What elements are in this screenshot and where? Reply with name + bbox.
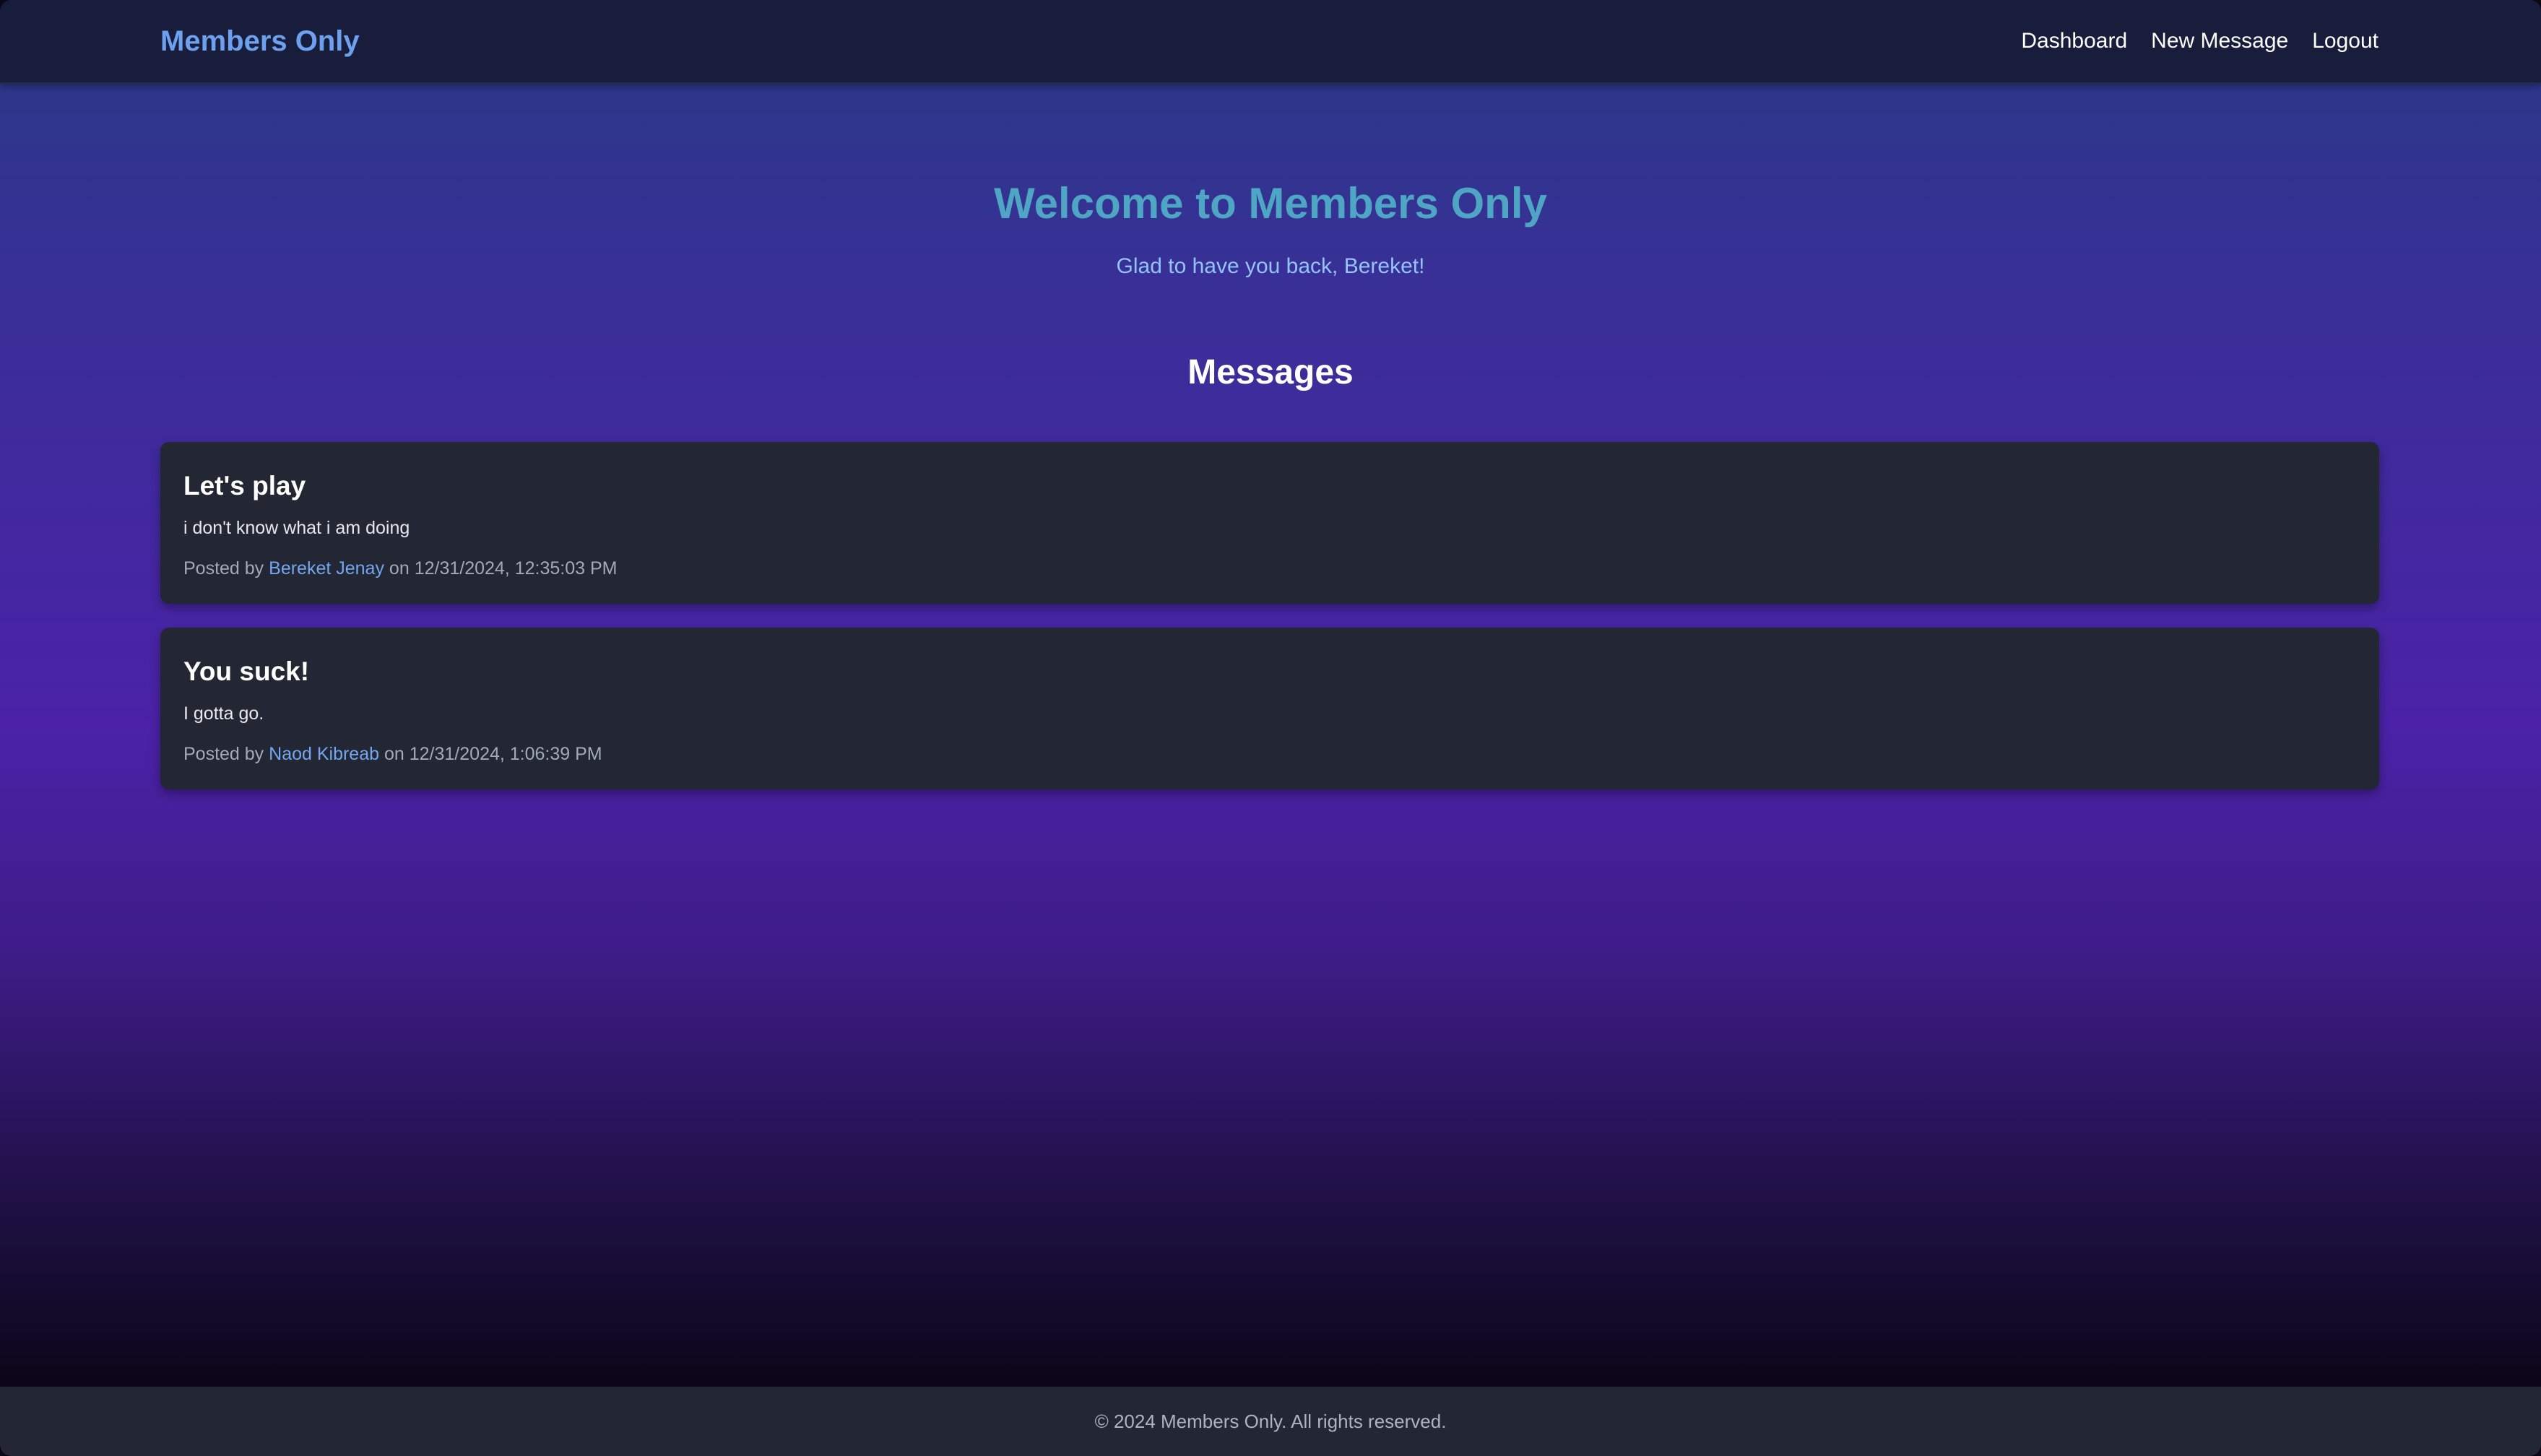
hero-subtitle: Glad to have you back, Bereket! [1116,254,1425,278]
nav-dashboard-link[interactable]: Dashboard [2021,23,2127,59]
message-author-link[interactable]: Naod Kibreab [269,744,379,764]
hero: Welcome to Members Only Glad to have you… [0,172,2541,282]
brand-logo-link[interactable]: Members Only [160,22,360,61]
message-meta: Posted by Naod Kibreab on 12/31/2024, 1:… [183,742,2356,766]
message-timestamp: 12/31/2024, 1:06:39 PM [409,744,602,764]
posted-by-label: Posted by [183,744,264,764]
messages-list: Let's play i don't know what i am doing … [160,442,2379,789]
message-timestamp: 12/31/2024, 12:35:03 PM [414,558,618,578]
messages-heading: Messages [1187,353,1354,391]
message-meta: Posted by Bereket Jenay on 12/31/2024, 1… [183,556,2356,581]
on-label: on [384,744,404,764]
navbar: Members Only Dashboard New Message Logou… [0,0,2541,84]
app-window: Members Only Dashboard New Message Logou… [0,0,2541,1456]
footer: © 2024 Members Only. All rights reserved… [0,1387,2541,1456]
on-label: on [389,558,410,578]
nav-links: Dashboard New Message Logout [2021,23,2378,59]
message-title: You suck! [183,656,310,686]
footer-copyright: © 2024 Members Only. All rights reserved… [1094,1410,1447,1432]
message-body: I gotta go. [183,703,264,724]
message-body: i don't know what i am doing [183,518,410,538]
nav-new-message-link[interactable]: New Message [2151,23,2288,59]
posted-by-label: Posted by [183,558,264,578]
nav-logout-link[interactable]: Logout [2312,23,2378,59]
message-author-link[interactable]: Bereket Jenay [269,558,384,578]
hero-title: Welcome to Members Only [994,179,1547,228]
message-card: You suck! I gotta go. Posted by Naod Kib… [160,628,2379,789]
message-title: Let's play [183,471,306,500]
message-card: Let's play i don't know what i am doing … [160,442,2379,604]
